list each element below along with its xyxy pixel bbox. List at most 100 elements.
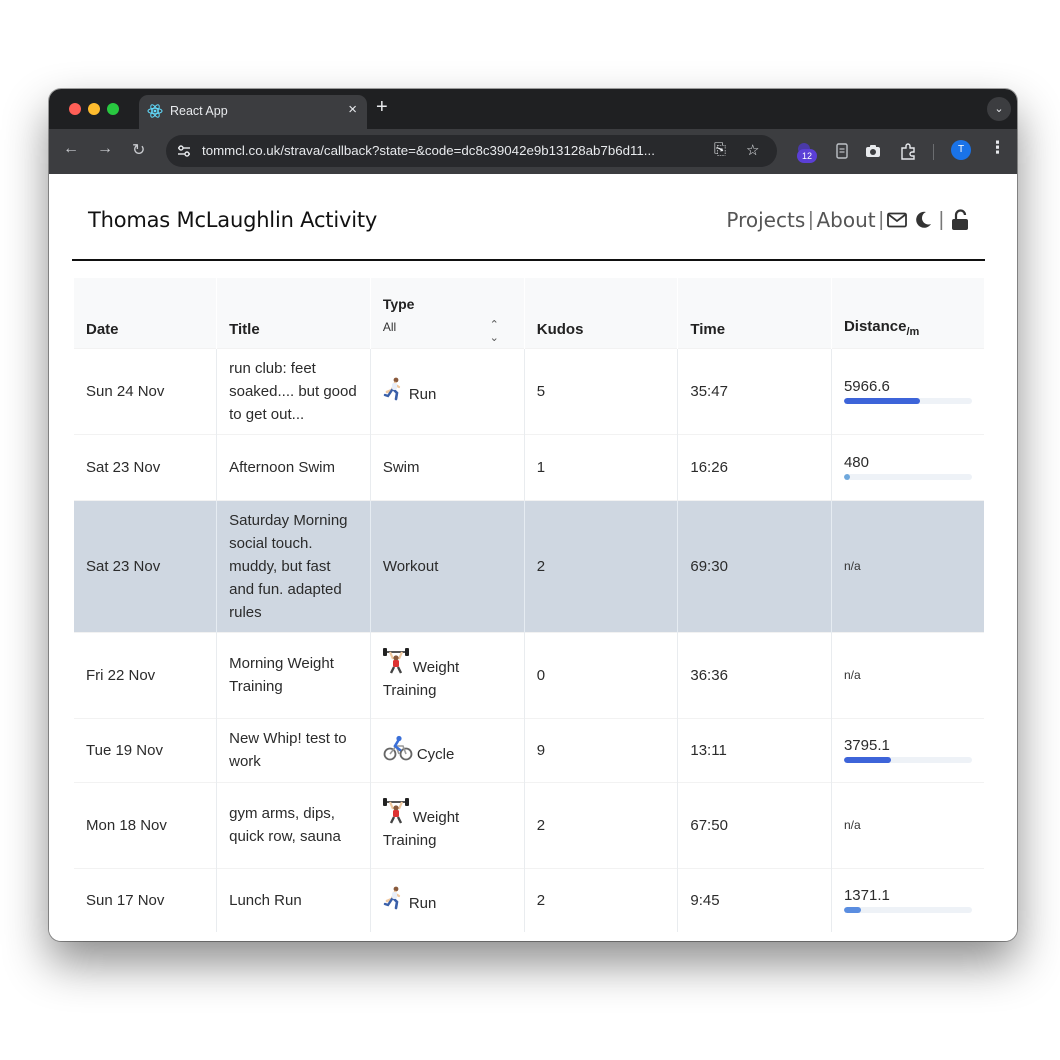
type-label: Cycle [416,745,455,763]
minimize-window-button[interactable] [88,103,100,115]
distance-value: 5966.6 [843,378,890,395]
react-icon [147,104,163,118]
type-label: Run [408,894,437,912]
title-cell[interactable]: run club: feet soaked.... but good to ge… [216,347,371,434]
table-row[interactable]: Sat 23 Nov Afternoon Swim Swim 1 16:26 480 [74,433,984,500]
title-cell[interactable]: Lunch Run [216,867,371,932]
type-label: Swim [382,458,420,476]
browser-toolbar: ← → ↻ tommcl.co.uk/strava/callback?state… [49,129,1017,174]
weightlifter-icon [382,648,409,674]
kudos-cell: 9 [524,717,679,782]
time-cell: 16:26 [677,433,832,500]
distance-unit: /m [906,325,920,338]
time-cell: 9:45 [677,867,832,932]
time-cell: 13:11 [677,717,832,782]
distance-cell: 3795.1 [831,717,984,782]
weightlifter-icon [382,798,409,824]
dark-mode-moon-icon[interactable] [913,210,933,230]
address-bar[interactable]: tommcl.co.uk/strava/callback?state=&code… [166,135,777,167]
nav-separator: | [878,208,884,231]
kudos-cell: 1 [524,433,679,500]
distance-bar-fill [843,757,891,763]
distance-cell: 1371.1 [831,867,984,932]
cyclist-icon [383,735,413,760]
toolbar-separator [933,144,934,160]
nav-about-link[interactable]: About [816,208,875,232]
distance-cell: n/a [831,631,984,718]
document-extension-icon[interactable] [833,142,851,160]
unlock-icon[interactable] [951,209,969,231]
time-column-header[interactable]: Time [677,278,832,348]
date-column-header[interactable]: Date [74,278,218,348]
table-row[interactable]: Tue 19 Nov New Whip! test to work Cycle 9 13… [74,717,984,782]
browser-menu-icon[interactable]: ⋮ [989,138,1006,158]
nav-projects-link[interactable]: Projects [726,208,805,232]
distance-value: n/a [843,559,861,573]
new-tab-button[interactable]: + [376,96,388,119]
title-column-header[interactable]: Title [216,278,371,348]
time-cell: 67:50 [677,781,832,868]
type-column-header: Type All ⌃ ⌄ [370,278,525,348]
kudos-column-header[interactable]: Kudos [524,278,679,348]
profile-avatar[interactable]: T [951,140,971,160]
reload-icon[interactable]: ↻ [132,140,145,160]
back-arrow-icon[interactable]: ← [63,140,79,158]
nav-separator: | [808,208,814,231]
site-title: Thomas McLaughlin Activity [88,208,378,232]
camera-icon[interactable] [864,142,882,160]
kudos-cell: 0 [524,631,679,718]
distance-bar [843,757,972,763]
header-divider [72,259,985,261]
table-row[interactable]: Sun 17 Nov Lunch Run Run 2 9:45 1371.1 [74,867,984,932]
tab-strip: React App × + ⌄ [49,89,1017,129]
table-header-row: Date Title Type All ⌃ ⌄ Kudos Time Distan… [74,278,984,348]
kudos-cell: 2 [524,499,679,632]
distance-column-header[interactable]: Distance/m [831,278,984,348]
tab-search-button[interactable]: ⌄ [987,97,1011,121]
distance-value: 480 [843,454,869,471]
time-cell: 69:30 [677,499,832,632]
distance-cell: n/a [831,781,984,868]
title-cell[interactable]: New Whip! test to work [216,717,371,782]
runner-icon [383,886,400,910]
tab-react-app[interactable]: React App × [139,95,367,129]
kudos-cell: 2 [524,867,679,932]
kudos-cell: 2 [524,781,679,868]
distance-bar-fill [843,474,850,480]
nav-separator: | [938,208,944,231]
title-cell[interactable]: gym arms, dips, quick row, sauna [216,781,371,868]
maximize-window-button[interactable] [107,103,119,115]
table-row[interactable]: Fri 22 Nov Morning Weight Training Weight … [74,631,984,718]
date-cell: Sun 24 Nov [74,347,218,434]
extension-badge: 12 [797,149,817,163]
title-cell[interactable]: Morning Weight Training [216,631,371,718]
distance-cell: 5966.6 [831,347,984,434]
table-row[interactable]: Sat 23 Nov Saturday Morning social touch.… [74,499,984,632]
select-chevron-icon: ⌃ ⌄ [489,318,499,344]
time-cell: 36:36 [677,631,832,718]
date-cell: Sat 23 Nov [74,433,218,500]
distance-cell: n/a [831,499,984,632]
distance-value: n/a [843,818,861,832]
forward-arrow-icon[interactable]: → [97,140,113,158]
distance-value: 3795.1 [843,737,890,754]
close-window-button[interactable] [69,103,81,115]
type-label: Workout [382,557,439,575]
site-settings-icon[interactable] [176,143,192,159]
title-cell[interactable]: Saturday Morning social touch. muddy, bu… [216,499,371,632]
table-row[interactable]: Sun 24 Nov run club: feet soaked.... but … [74,347,984,434]
puzzle-extensions-icon[interactable] [899,142,917,160]
distance-header-label: Distance [843,317,907,335]
date-cell: Fri 22 Nov [74,631,218,718]
install-app-icon[interactable]: ⎘ [714,141,726,158]
close-tab-icon[interactable]: × [348,101,357,118]
date-cell: Sat 23 Nov [74,499,218,632]
url-text: tommcl.co.uk/strava/callback?state=&code… [202,143,655,158]
title-cell[interactable]: Afternoon Swim [216,433,371,500]
mail-icon[interactable] [886,212,907,228]
site-nav: Projects | About | | [726,208,969,232]
type-filter-select[interactable]: All ⌃ ⌄ [383,319,501,344]
bookmark-star-icon[interactable]: ☆ [746,141,759,159]
table-row[interactable]: Mon 18 Nov gym arms, dips, quick row, sau… [74,781,984,868]
distance-bar-fill [843,398,920,404]
